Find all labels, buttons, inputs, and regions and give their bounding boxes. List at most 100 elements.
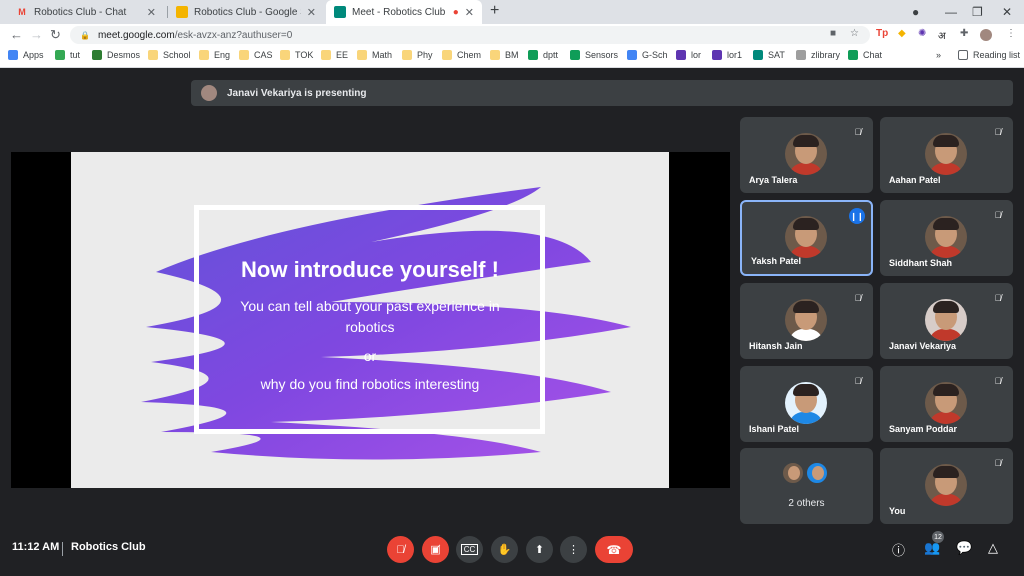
camera-toggle-button[interactable]: ▣̸ (422, 536, 449, 563)
close-icon[interactable]: ✕ (147, 6, 156, 19)
participant-tile[interactable]: 🎙̸ Hitansh Jain (740, 283, 873, 359)
others-avatars (782, 462, 830, 484)
mic-off-icon: 🎙̸ (994, 293, 1002, 303)
bookmark-item[interactable]: School (148, 50, 191, 60)
activities-button[interactable]: △ (988, 540, 998, 556)
profile-menu-icon[interactable]: ● (912, 0, 919, 24)
minimize-button[interactable]: — (945, 0, 957, 24)
captions-button[interactable]: CC (456, 536, 483, 563)
sheets-icon (528, 50, 538, 60)
tab-meet[interactable]: Meet - Robotics Club ● ✕ (326, 0, 482, 24)
bookmark-item[interactable]: Chat (848, 50, 882, 60)
participant-tile[interactable]: 🎙̸ Sanyam Poddar (880, 366, 1013, 442)
bookmark-item[interactable]: Phy (402, 50, 433, 60)
reading-list-button[interactable]: Reading list (958, 50, 1020, 60)
extension-icon[interactable]: ✺ (918, 28, 926, 39)
mic-off-icon: 🎙̸ (994, 376, 1002, 386)
mic-off-icon: 🎙̸ (994, 127, 1002, 137)
present-button[interactable]: ⬆ (526, 536, 553, 563)
bookmark-icon (92, 50, 102, 60)
extension-tp-icon[interactable]: Tp (876, 28, 888, 39)
bookmark-item[interactable]: Chem (442, 50, 481, 60)
mic-toggle-button[interactable]: 🎙̸ (387, 536, 414, 563)
close-icon[interactable]: ✕ (465, 6, 474, 19)
participant-tile[interactable]: 🎙̸ Aahan Patel (880, 117, 1013, 193)
tab-chat[interactable]: M Robotics Club - Chat ✕ (8, 0, 164, 24)
profile-avatar[interactable] (980, 29, 992, 41)
tab-title: Robotics Club - Google Slides (194, 6, 301, 18)
close-window-button[interactable]: ✕ (1002, 0, 1012, 24)
menu-dots-icon[interactable]: ⋮ (1006, 28, 1016, 39)
puzzle-icon[interactable]: ✚ (960, 28, 968, 39)
forward-button[interactable]: → (30, 27, 43, 42)
participant-avatar (782, 462, 804, 484)
info-icon: ⓘ (892, 543, 906, 558)
reload-button[interactable]: ↻ (50, 27, 61, 43)
participant-name: Siddhant Shah (889, 258, 952, 268)
close-icon[interactable]: ✕ (307, 6, 316, 19)
address-bar[interactable]: 🔒 meet.google.com/esk-avzx-anz?authuser=… (70, 26, 870, 44)
participant-name: Janavi Vekariya (889, 341, 957, 351)
bookmark-item[interactable]: Eng (199, 50, 230, 60)
bookmark-item[interactable]: Math (357, 50, 392, 60)
phone-hangup-icon: ☎ (606, 542, 622, 557)
present-screen-icon: ⬆ (534, 544, 545, 556)
participant-avatar (806, 462, 828, 484)
scholar-icon (627, 50, 637, 60)
extension-hindi-icon[interactable]: अ (938, 28, 946, 42)
sheets-icon (570, 50, 580, 60)
participant-tile-speaking[interactable]: ❙❙ Yaksh Patel (740, 200, 873, 276)
meeting-time: 11:12 AM (12, 541, 60, 553)
new-tab-button[interactable]: + (490, 2, 499, 20)
reading-list-label: Reading list (973, 50, 1021, 60)
more-bookmarks-icon[interactable]: » (936, 50, 941, 60)
self-tile[interactable]: 🎙̸ You (880, 448, 1013, 524)
back-button[interactable]: ← (10, 27, 23, 42)
others-tile[interactable]: 2 others (740, 448, 873, 524)
bookmark-label: EE (336, 50, 349, 60)
bookmark-item[interactable]: lor1 (712, 50, 742, 60)
browser-tab-bar: M Robotics Club - Chat ✕ Robotics Club -… (0, 0, 1024, 24)
extension-icon[interactable]: ◆ (898, 28, 906, 39)
participant-name: Aahan Patel (889, 175, 941, 185)
bookmark-label: Chem (457, 50, 482, 60)
leave-call-button[interactable]: ☎ (595, 536, 633, 563)
bookmark-item[interactable]: lor (676, 50, 701, 60)
participant-tile[interactable]: 🎙̸ Arya Talera (740, 117, 873, 193)
raise-hand-button[interactable]: ✋ (491, 536, 518, 563)
folder-icon (490, 50, 500, 60)
bookmark-apps[interactable]: Apps (8, 50, 44, 60)
people-button[interactable]: 👥 (924, 540, 940, 556)
folder-icon (280, 50, 290, 60)
bookmark-item[interactable]: CAS (239, 50, 273, 60)
maximize-button[interactable]: ❐ (972, 0, 983, 24)
bookmark-item[interactable]: Sensors (570, 50, 618, 60)
folder-icon (357, 50, 367, 60)
bookmark-item[interactable]: SAT (753, 50, 785, 60)
forms-icon (712, 50, 722, 60)
chat-button[interactable]: 💬 (956, 540, 972, 556)
bookmark-item[interactable]: BM (490, 50, 519, 60)
tab-slides[interactable]: Robotics Club - Google Slides ✕ (168, 0, 324, 24)
bookmark-item[interactable]: G-Sch (627, 50, 668, 60)
mic-off-icon: 🎙̸ (994, 210, 1002, 220)
bookmark-item[interactable]: dptt (528, 50, 558, 60)
bookmark-label: BM (505, 50, 519, 60)
participant-tile[interactable]: 🎙̸ Janavi Vekariya (880, 283, 1013, 359)
participant-tile[interactable]: 🎙̸ Siddhant Shah (880, 200, 1013, 276)
meeting-details-button[interactable]: ⓘ (892, 540, 905, 559)
bookmark-item[interactable]: TOK (280, 50, 313, 60)
slide-title: Now introduce yourself ! (241, 257, 499, 282)
bookmark-item[interactable]: Desmos (92, 50, 140, 60)
bookmark-item[interactable]: tut (55, 50, 80, 60)
presenting-banner: Janavi Vekariya is presenting (191, 80, 1013, 106)
bookmark-item[interactable]: EE (321, 50, 348, 60)
bookmark-label: Phy (417, 50, 433, 60)
camera-icon[interactable]: ■ (830, 28, 836, 39)
participant-avatar (785, 382, 827, 424)
tab-title: Robotics Club - Chat (34, 6, 127, 18)
bookmark-item[interactable]: zlibrary (796, 50, 840, 60)
more-options-button[interactable]: ⋮ (560, 536, 587, 563)
participant-tile[interactable]: 🎙̸ Ishani Patel (740, 366, 873, 442)
star-icon[interactable]: ☆ (850, 28, 859, 39)
